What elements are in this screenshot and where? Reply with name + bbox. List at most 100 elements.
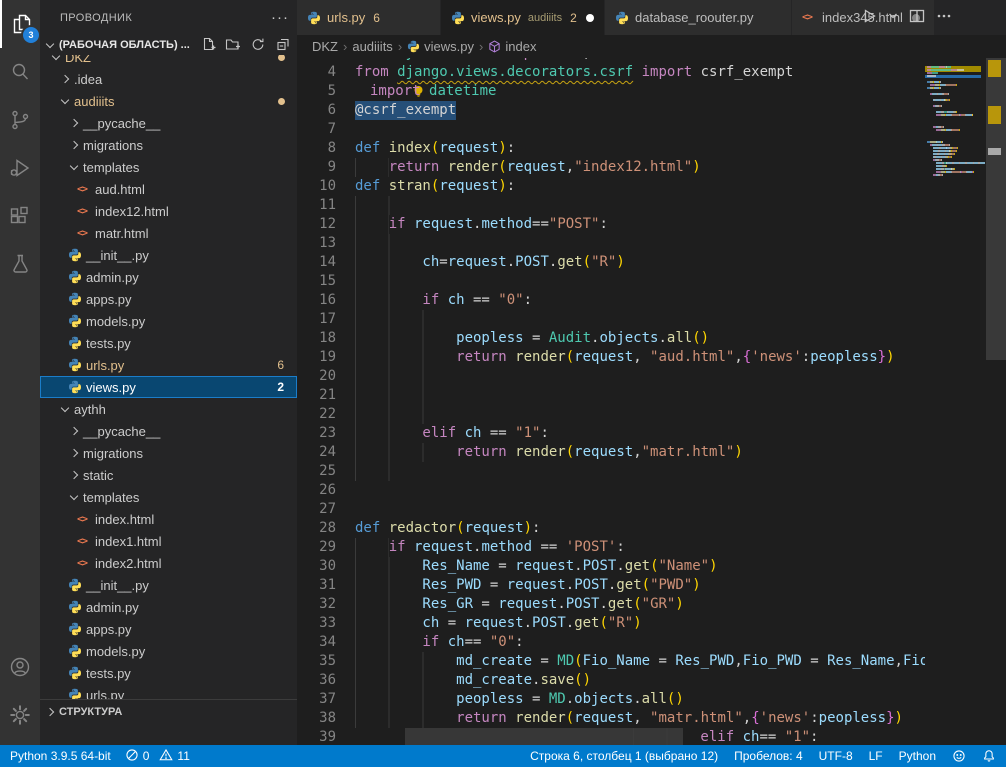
overview-ruler[interactable] xyxy=(986,35,1006,745)
code-line-14[interactable]: 14ch=request.POST.get("R") xyxy=(297,253,925,272)
eol-sequence[interactable]: LF xyxy=(869,749,883,763)
code-line-35[interactable]: 35md_create = MD(Fio_Name = Res_PWD,Fio_… xyxy=(297,652,925,671)
tree-item-DKZ[interactable]: DKZ xyxy=(40,55,297,68)
tree-item-index1.html[interactable]: <>index1.html xyxy=(40,530,297,552)
code-line-7[interactable]: 7 xyxy=(297,120,925,139)
code-line-17[interactable]: 17 xyxy=(297,310,925,329)
tree-item-__init__.py[interactable]: __init__.py xyxy=(40,574,297,596)
tree-item-migrations[interactable]: migrations xyxy=(40,442,297,464)
feedback-icon[interactable] xyxy=(952,749,966,763)
new-file-icon[interactable] xyxy=(200,36,216,55)
indentation[interactable]: Пробелов: 4 xyxy=(734,749,803,763)
code-line-30[interactable]: 30Res_Name = request.POST.get("Name") xyxy=(297,557,925,576)
tree-item-index12.html[interactable]: <>index12.html xyxy=(40,200,297,222)
code-line-15[interactable]: 15 xyxy=(297,272,925,291)
breadcrumb-item-folder[interactable]: audiiits xyxy=(352,39,392,54)
new-folder-icon[interactable] xyxy=(225,36,241,55)
tab-database_roouter.py[interactable]: database_roouter.py xyxy=(605,0,792,35)
code-line-25[interactable]: 25 xyxy=(297,462,925,481)
tree-item-audiiits[interactable]: audiiits xyxy=(40,90,297,112)
search-icon[interactable] xyxy=(0,48,40,96)
breadcrumb-item-symbol[interactable]: index xyxy=(505,39,536,54)
code-line-16[interactable]: 16if ch == "0": xyxy=(297,291,925,310)
extensions-icon[interactable] xyxy=(0,192,40,240)
run-dropdown-icon[interactable] xyxy=(887,10,899,25)
tree-item-apps.py[interactable]: apps.py xyxy=(40,618,297,640)
python-interpreter[interactable]: Python 3.9.5 64-bit xyxy=(10,749,111,763)
more-actions-icon[interactable]: ··· xyxy=(271,9,289,26)
code-line-27[interactable]: 27 xyxy=(297,500,925,519)
code-line-10[interactable]: 10def stran(request): xyxy=(297,177,925,196)
tree-item-__pycache__[interactable]: __pycache__ xyxy=(40,112,297,134)
collapse-all-icon[interactable] xyxy=(275,36,291,55)
minimap[interactable] xyxy=(925,58,985,745)
code-line-26[interactable]: 26 xyxy=(297,481,925,500)
code-line-39[interactable]: 39elif ch== "1": xyxy=(297,728,925,745)
code-line-20[interactable]: 20 xyxy=(297,367,925,386)
tree-item-matr.html[interactable]: <>matr.html xyxy=(40,222,297,244)
workspace-section-header[interactable]: (РАБОЧАЯ ОБЛАСТЬ) ... xyxy=(40,35,297,55)
language-mode[interactable]: Python xyxy=(899,749,936,763)
tree-item-aythh[interactable]: aythh xyxy=(40,398,297,420)
code-line-12[interactable]: 12if request.method=="POST": xyxy=(297,215,925,234)
breadcrumb-item-folder[interactable]: DKZ xyxy=(312,39,338,54)
tree-item-apps.py[interactable]: apps.py xyxy=(40,288,297,310)
tab-views.py[interactable]: views.pyaudiiits2 xyxy=(441,0,605,35)
code-line-9[interactable]: 9return render(request,"index12.html") xyxy=(297,158,925,177)
code-line-18[interactable]: 18peopless = Audit.objects.all() xyxy=(297,329,925,348)
explorer-icon[interactable]: 3 xyxy=(0,0,42,48)
scrollbar-slider[interactable] xyxy=(986,57,1006,360)
run-debug-icon[interactable] xyxy=(0,144,40,192)
code-line-4[interactable]: 4from django.views.decorators.csrf impor… xyxy=(297,63,925,82)
code-line-21[interactable]: 21 xyxy=(297,386,925,405)
code-line-5[interactable]: 5import datetime xyxy=(297,82,925,101)
code-line-8[interactable]: 8def index(request): xyxy=(297,139,925,158)
tree-item-aud.html[interactable]: <>aud.html xyxy=(40,178,297,200)
code-line-19[interactable]: 19return render(request, "aud.html",{'ne… xyxy=(297,348,925,367)
source-control-icon[interactable] xyxy=(0,96,40,144)
tree-item-.idea[interactable]: .idea xyxy=(40,68,297,90)
notifications-bell-icon[interactable] xyxy=(982,749,996,763)
tree-item-index2.html[interactable]: <>index2.html xyxy=(40,552,297,574)
tree-item-views.py[interactable]: views.py2 xyxy=(40,376,297,398)
tree-item-urls.py[interactable]: urls.py6 xyxy=(40,354,297,376)
tree-item-admin.py[interactable]: admin.py xyxy=(40,266,297,288)
tree-item-tests.py[interactable]: tests.py xyxy=(40,332,297,354)
code-line-13[interactable]: 13 xyxy=(297,234,925,253)
tree-item-index.html[interactable]: <>index.html xyxy=(40,508,297,530)
tree-item-tests.py[interactable]: tests.py xyxy=(40,662,297,684)
tab-urls.py[interactable]: urls.py6 xyxy=(297,0,441,35)
tree-item-models.py[interactable]: models.py xyxy=(40,310,297,332)
code-line-31[interactable]: 31Res_PWD = request.POST.get("PWD") xyxy=(297,576,925,595)
code-line-38[interactable]: 38return render(request, "matr.html",{'n… xyxy=(297,709,925,728)
breadcrumb-item-file[interactable]: views.py xyxy=(424,39,474,54)
tree-item-templates[interactable]: templates xyxy=(40,486,297,508)
code-line-36[interactable]: 36md_create.save() xyxy=(297,671,925,690)
code-line-37[interactable]: 37peopless = MD.objects.all() xyxy=(297,690,925,709)
code-line-11[interactable]: 11 xyxy=(297,196,925,215)
cursor-position[interactable]: Строка 6, столбец 1 (выбрано 12) xyxy=(530,749,718,763)
tree-item-__pycache__[interactable]: __pycache__ xyxy=(40,420,297,442)
tree-item-templates[interactable]: templates xyxy=(40,156,297,178)
settings-gear-icon[interactable] xyxy=(0,691,40,739)
code-line-6[interactable]: 6@csrf_exempt xyxy=(297,101,925,120)
account-icon[interactable] xyxy=(0,643,40,691)
code-editor[interactable]: 3from aythh.models import MD,Audit4from … xyxy=(297,58,925,745)
problems-status[interactable]: 0 11 xyxy=(125,748,190,765)
code-line-32[interactable]: 32Res_GR = request.POST.get("GR") xyxy=(297,595,925,614)
encoding[interactable]: UTF-8 xyxy=(819,749,853,763)
refresh-icon[interactable] xyxy=(250,36,266,55)
tree-item-migrations[interactable]: migrations xyxy=(40,134,297,156)
code-line-29[interactable]: 29if request.method == 'POST': xyxy=(297,538,925,557)
tree-item-models.py[interactable]: models.py xyxy=(40,640,297,662)
code-line-28[interactable]: 28def redactor(request): xyxy=(297,519,925,538)
split-editor-icon[interactable] xyxy=(908,7,926,28)
code-line-22[interactable]: 22 xyxy=(297,405,925,424)
dirty-indicator[interactable] xyxy=(586,14,594,22)
code-line-34[interactable]: 34if ch== "0": xyxy=(297,633,925,652)
tree-item-static[interactable]: static xyxy=(40,464,297,486)
tree-item-admin.py[interactable]: admin.py xyxy=(40,596,297,618)
code-line-24[interactable]: 24return render(request,"matr.html") xyxy=(297,443,925,462)
outline-section-header[interactable]: СТРУКТУРА xyxy=(40,699,297,723)
code-line-33[interactable]: 33ch = request.POST.get("R") xyxy=(297,614,925,633)
